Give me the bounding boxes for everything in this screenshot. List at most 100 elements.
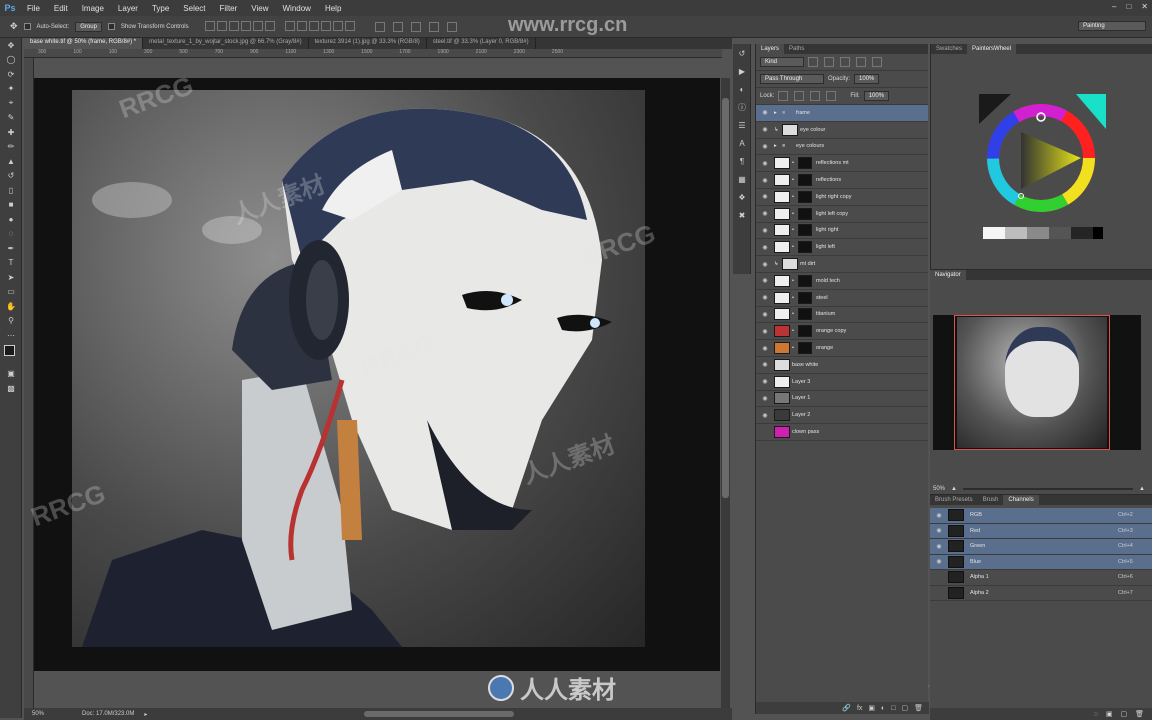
visibility-eye-icon[interactable]: ◉ xyxy=(756,244,774,251)
shape-tool-icon[interactable]: ▭ xyxy=(0,285,22,300)
visibility-eye-icon[interactable]: ◉ xyxy=(756,210,774,217)
fx-icon[interactable]: fx xyxy=(857,705,862,712)
layer-name[interactable]: reflections mt xyxy=(816,160,928,166)
type-tool-icon[interactable]: T xyxy=(0,256,22,271)
color-swatches[interactable] xyxy=(0,343,21,367)
brush-tool-icon[interactable]: ✏ xyxy=(0,140,22,155)
channel-thumbnail[interactable] xyxy=(948,509,964,522)
layer-row[interactable]: ◉ ↳ mt dirt xyxy=(756,256,928,273)
visibility-eye-icon[interactable]: ◉ xyxy=(756,395,774,402)
layer-name[interactable]: eye colour xyxy=(800,127,928,133)
canvas-scroll-thumb[interactable] xyxy=(722,98,729,498)
artwork-robot-head[interactable] xyxy=(72,90,645,647)
layer-row[interactable]: ◉ • light right xyxy=(756,223,928,240)
layer-row[interactable]: ◉ ▸ ■ eye colours xyxy=(756,139,928,156)
layer-thumbnail[interactable] xyxy=(782,258,798,271)
horizontal-scrollbar[interactable] xyxy=(364,711,514,717)
layer-thumbnail[interactable] xyxy=(782,123,798,136)
channel-row[interactable]: Alpha 2 Ctrl+7 xyxy=(930,586,1152,601)
layer-name[interactable]: mold tech xyxy=(816,278,928,284)
align-right-icon[interactable] xyxy=(264,20,275,31)
fill-input[interactable]: 100% xyxy=(863,91,890,101)
channel-row[interactable]: ◉ Red Ctrl+3 xyxy=(930,523,1152,539)
tab-paths[interactable]: Paths xyxy=(784,44,809,54)
visibility-eye-icon[interactable]: ◉ xyxy=(756,412,774,419)
3d-slide-icon[interactable] xyxy=(446,21,457,32)
maximize-icon[interactable]: □ xyxy=(1126,2,1131,11)
visibility-eye-icon[interactable]: ◉ xyxy=(930,512,948,519)
visibility-eye-icon[interactable]: ◉ xyxy=(756,328,774,335)
menu-select[interactable]: Select xyxy=(176,4,212,13)
tab-brush-presets[interactable]: Brush Presets xyxy=(930,495,978,505)
link-layers-icon[interactable]: 🔗 xyxy=(842,704,851,712)
menu-file[interactable]: File xyxy=(20,4,47,13)
layer-thumbnail[interactable] xyxy=(774,274,790,287)
lock-transparent-icon[interactable] xyxy=(778,91,789,101)
eraser-tool-icon[interactable]: ▯ xyxy=(0,183,22,198)
channel-thumbnail[interactable] xyxy=(948,571,964,584)
distribute-bottom-icon[interactable] xyxy=(308,20,319,31)
visibility-eye-icon[interactable]: ◉ xyxy=(756,311,774,318)
layer-row[interactable]: ◉ • orange xyxy=(756,340,928,357)
visibility-eye-icon[interactable]: ◉ xyxy=(756,193,774,200)
auto-select-dropdown[interactable]: Group xyxy=(75,21,102,32)
layer-name[interactable]: clown pass xyxy=(792,429,928,435)
channel-name[interactable]: RGB xyxy=(970,512,1118,518)
actions-icon[interactable]: ▶ xyxy=(733,62,751,80)
gradient-tool-icon[interactable]: ■ xyxy=(0,198,22,213)
layer-thumbnail[interactable] xyxy=(774,426,790,439)
menu-window[interactable]: Window xyxy=(276,4,318,13)
layer-name[interactable]: light right copy xyxy=(816,194,928,200)
visibility-eye-icon[interactable]: ◉ xyxy=(756,160,774,167)
layer-mask-thumbnail[interactable] xyxy=(798,157,812,170)
paragraph-icon[interactable]: ¶ xyxy=(733,152,751,170)
crop-tool-icon[interactable]: ⌖ xyxy=(0,96,22,111)
layer-kind-filter[interactable]: Kind xyxy=(760,57,804,67)
clone-stamp-tool-icon[interactable]: ▲ xyxy=(0,154,22,169)
history-icon[interactable]: ↺ xyxy=(733,44,751,62)
distribute-top-icon[interactable] xyxy=(284,20,295,31)
layer-thumbnail[interactable] xyxy=(774,190,790,203)
dodge-tool-icon[interactable]: ◌ xyxy=(0,227,22,242)
tab-swatches[interactable]: Swatches xyxy=(931,44,967,54)
navigator-zoom-slider[interactable] xyxy=(962,488,1134,490)
marquee-tool-icon[interactable]: ◯ xyxy=(0,53,22,68)
layer-row[interactable]: clown pass xyxy=(756,424,928,441)
channel-name[interactable]: Blue xyxy=(970,559,1118,565)
more-tools-icon[interactable]: ⋯ xyxy=(0,328,22,343)
layer-name[interactable]: reflections xyxy=(816,177,928,183)
channel-name[interactable]: Alpha 2 xyxy=(970,590,1118,596)
layer-name[interactable]: Layer 1 xyxy=(792,395,928,401)
save-selection-icon[interactable]: ▣ xyxy=(1106,710,1113,718)
layer-row[interactable]: ◉ base white xyxy=(756,357,928,374)
align-left-icon[interactable] xyxy=(240,20,251,31)
distribute-middle-icon[interactable] xyxy=(296,20,307,31)
menu-filter[interactable]: Filter xyxy=(213,4,245,13)
visibility-eye-icon[interactable]: ◉ xyxy=(756,109,774,116)
channel-thumbnail[interactable] xyxy=(948,524,964,537)
align-center-icon[interactable] xyxy=(252,20,263,31)
channel-thumbnail[interactable] xyxy=(948,555,964,568)
delete-channel-icon[interactable]: 🗑 xyxy=(1135,710,1144,718)
layer-row[interactable]: ◉ ▸ ■ frame xyxy=(756,105,928,122)
menu-image[interactable]: Image xyxy=(75,4,111,13)
layer-thumbnail[interactable] xyxy=(774,207,790,220)
transform-controls-checkbox[interactable] xyxy=(107,23,115,30)
layer-row[interactable]: ◉ Layer 2 xyxy=(756,407,928,425)
layer-name[interactable]: eye colours xyxy=(796,143,928,149)
workspace-dropdown[interactable]: Painting xyxy=(1078,21,1146,31)
layer-row[interactable]: ◉ • reflections xyxy=(756,172,928,189)
filter-adjustment-icon[interactable] xyxy=(824,57,834,67)
styles-icon[interactable]: ▦ xyxy=(733,170,751,188)
visibility-eye-icon[interactable]: ◉ xyxy=(930,527,948,534)
lock-pixels-icon[interactable] xyxy=(794,91,805,101)
layer-name[interactable]: light left xyxy=(816,244,928,250)
load-selection-icon[interactable]: ◌ xyxy=(1094,711,1098,718)
info-icon[interactable]: ⓘ xyxy=(733,98,751,116)
layer-row[interactable]: ◉ • orange copy xyxy=(756,323,928,341)
align-top-icon[interactable] xyxy=(204,20,215,31)
visibility-eye-icon[interactable]: ◉ xyxy=(756,277,774,284)
zoom-tool-icon[interactable]: ⚲ xyxy=(0,314,22,329)
tab-channels[interactable]: Channels xyxy=(1003,495,1039,505)
layer-row[interactable]: ◉ • steel xyxy=(756,290,928,307)
